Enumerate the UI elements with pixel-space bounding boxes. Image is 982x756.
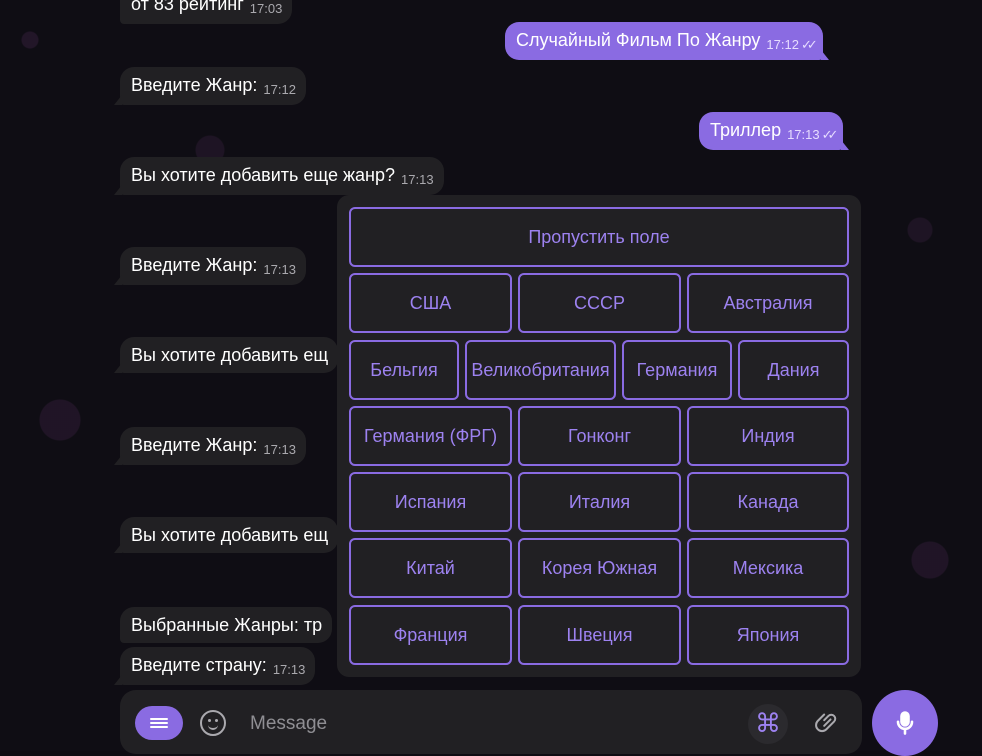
command-icon[interactable]: ⌘ (748, 704, 788, 744)
menu-icon (150, 716, 168, 730)
message-time: 17:12 (263, 82, 296, 97)
reply-keyboard: Пропустить поле США СССР Австралия Бельг… (337, 195, 861, 677)
skip-field-button[interactable]: Пропустить поле (349, 207, 849, 267)
country-button-usa[interactable]: США (349, 273, 512, 333)
message-text: Вы хотите добавить ещ (131, 345, 329, 365)
message-text: Выбранные Жанры: тр (131, 615, 323, 635)
country-button-france[interactable]: Франция (349, 605, 512, 665)
country-button-india[interactable]: Индия (687, 406, 849, 466)
message-incoming: Введите Жанр: 17:13 (114, 427, 306, 465)
country-button-japan[interactable]: Япония (687, 605, 849, 665)
message-text: Введите страну: (131, 655, 267, 675)
message-incoming: от 83 рейтинг 17:03 (120, 0, 293, 24)
paperclip-icon[interactable] (806, 702, 848, 744)
microphone-icon (896, 711, 914, 735)
message-incoming: Вы хотите добавить ещ (114, 337, 339, 373)
message-incoming: Выбранные Жанры: тр (120, 607, 333, 643)
country-button-uk[interactable]: Великобритания (465, 340, 616, 400)
message-incoming: Введите Жанр: 17:12 (114, 67, 306, 105)
country-button-hong-kong[interactable]: Гонконг (518, 406, 681, 466)
country-button-belgium[interactable]: Бельгия (349, 340, 459, 400)
message-time: 17:13 (263, 262, 296, 277)
microphone-button[interactable] (872, 690, 938, 756)
message-text: Введите Жанр: (131, 435, 258, 455)
country-button-australia[interactable]: Австралия (687, 273, 849, 333)
message-incoming: Вы хотите добавить еще жанр? 17:13 (114, 157, 444, 195)
message-text: Триллер (710, 120, 782, 140)
country-button-ussr[interactable]: СССР (518, 273, 681, 333)
message-outgoing: Триллер 17:13 ✓✓ (699, 112, 850, 150)
message-incoming: Введите Жанр: 17:13 (114, 247, 306, 285)
country-button-south-korea[interactable]: Корея Южная (518, 538, 681, 598)
country-button-mexico[interactable]: Мексика (687, 538, 849, 598)
read-check-icon: ✓✓ (800, 37, 818, 52)
message-text: Вы хотите добавить еще жанр? (131, 165, 396, 185)
message-time: 17:13 (263, 442, 296, 457)
message-time: 17:03 (249, 1, 283, 16)
country-button-denmark[interactable]: Дания (738, 340, 849, 400)
message-text: Введите Жанр: (131, 255, 258, 275)
message-time: 17:13 (787, 127, 820, 142)
country-button-canada[interactable]: Канада (687, 472, 849, 532)
message-text: Случайный Фильм По Жанру (516, 30, 761, 50)
read-check-icon: ✓✓ (821, 127, 839, 142)
country-button-sweden[interactable]: Швеция (518, 605, 681, 665)
country-button-spain[interactable]: Испания (349, 472, 512, 532)
message-time: 17:13 (272, 662, 306, 677)
message-incoming: Введите страну: 17:13 (114, 647, 316, 685)
message-text: Вы хотите добавить ещ (131, 525, 329, 545)
bot-menu-button[interactable] (135, 706, 183, 740)
message-time: 17:13 (401, 172, 434, 187)
message-text: от 83 рейтинг (131, 0, 244, 14)
country-button-west-germany[interactable]: Германия (ФРГ) (349, 406, 512, 466)
country-button-germany[interactable]: Германия (622, 340, 732, 400)
message-time: 17:12 (766, 37, 799, 52)
message-composer: ⌘ (120, 690, 862, 754)
country-button-italy[interactable]: Италия (518, 472, 681, 532)
message-input[interactable] (248, 708, 732, 740)
smile-icon[interactable] (200, 710, 226, 736)
message-outgoing: Случайный Фильм По Жанру 17:12 ✓✓ (505, 22, 829, 60)
country-button-china[interactable]: Китай (349, 538, 512, 598)
message-incoming: Вы хотите добавить ещ (114, 517, 339, 553)
message-text: Введите Жанр: (131, 75, 258, 95)
